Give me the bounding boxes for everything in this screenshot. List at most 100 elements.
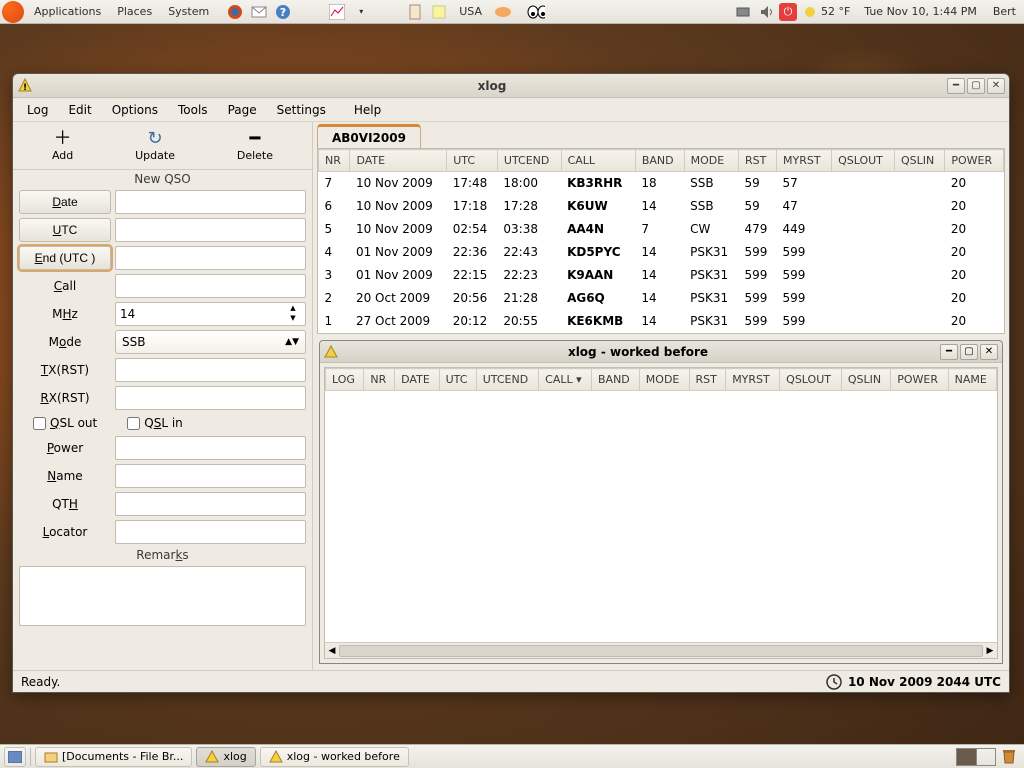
call-field[interactable] — [115, 274, 306, 298]
network-icon[interactable] — [734, 3, 752, 21]
volume-icon[interactable] — [758, 3, 776, 21]
col-utcend[interactable]: UTCEND — [497, 150, 561, 172]
table-row[interactable]: 301 Nov 200922:1522:23K9AAN14PSK31599599… — [319, 264, 1004, 287]
mail-icon[interactable] — [250, 3, 268, 21]
menu-tools[interactable]: Tools — [168, 100, 218, 120]
menu-page[interactable]: Page — [218, 100, 267, 120]
sub-col[interactable]: MYRST — [726, 369, 780, 391]
qsl-out-checkbox[interactable]: QSL out — [33, 416, 97, 430]
menu-places[interactable]: Places — [109, 5, 160, 18]
trash-icon[interactable] — [1000, 747, 1020, 767]
sub-col[interactable]: QSLIN — [841, 369, 890, 391]
sub-maximize-button[interactable]: ▢ — [960, 344, 978, 360]
help-icon[interactable]: ? — [274, 3, 292, 21]
update-button[interactable]: ↻Update — [125, 128, 185, 164]
col-utc[interactable]: UTC — [447, 150, 498, 172]
clipboard-icon[interactable] — [406, 3, 424, 21]
locator-field[interactable] — [115, 520, 306, 544]
mhz-spinbox[interactable]: 14▲▼ — [115, 302, 306, 326]
sub-col[interactable]: DATE — [395, 369, 439, 391]
col-rst[interactable]: RST — [739, 150, 777, 172]
col-nr[interactable]: NR — [319, 150, 350, 172]
col-mode[interactable]: MODE — [684, 150, 738, 172]
sub-col[interactable]: POWER — [891, 369, 948, 391]
name-label: Name — [19, 469, 111, 483]
workspace-switcher[interactable] — [956, 748, 996, 766]
power-field[interactable] — [115, 436, 306, 460]
col-qslout[interactable]: QSLOUT — [832, 150, 895, 172]
minimize-button[interactable]: ━ — [947, 78, 965, 94]
table-row[interactable]: 401 Nov 200922:3622:43KD5PYC14PSK3159959… — [319, 241, 1004, 264]
task-button[interactable]: xlog — [196, 747, 255, 767]
date-field[interactable] — [115, 190, 306, 214]
menu-log[interactable]: Log — [17, 100, 58, 120]
table-row[interactable]: 127 Oct 200920:1220:55KE6KMB14PSK3159959… — [319, 310, 1004, 333]
col-myrst[interactable]: MYRST — [777, 150, 832, 172]
mode-combo[interactable]: SSB▲▼ — [115, 330, 306, 354]
sub-close-button[interactable]: ✕ — [980, 344, 998, 360]
fish-icon[interactable] — [493, 3, 511, 21]
notes-icon[interactable] — [430, 3, 448, 21]
sub-col[interactable]: MODE — [639, 369, 689, 391]
power-icon[interactable]: ⏻ — [779, 3, 797, 21]
end-utc-button[interactable]: End (UTC ) — [19, 246, 111, 270]
sub-col[interactable]: RST — [689, 369, 726, 391]
sub-col[interactable]: NR — [364, 369, 395, 391]
rxrst-field[interactable] — [115, 386, 306, 410]
sub-col[interactable]: NAME — [948, 369, 996, 391]
task-button[interactable]: [Documents - File Br... — [35, 747, 192, 767]
add-button[interactable]: ＋Add — [42, 128, 83, 164]
clock[interactable]: Tue Nov 10, 1:44 PM — [856, 5, 985, 18]
weather-widget[interactable]: 52 °F — [797, 5, 856, 19]
sub-col[interactable]: BAND — [592, 369, 640, 391]
utc-button[interactable]: UTC — [19, 218, 111, 242]
show-desktop-button[interactable] — [4, 747, 26, 767]
sub-col[interactable]: UTCEND — [476, 369, 538, 391]
end-utc-field[interactable] — [115, 246, 306, 270]
menu-options[interactable]: Options — [102, 100, 168, 120]
col-date[interactable]: DATE — [350, 150, 447, 172]
menu-help[interactable]: Help — [344, 100, 391, 120]
worked-before-list[interactable] — [325, 391, 997, 642]
col-call[interactable]: CALL — [561, 150, 635, 172]
remarks-field[interactable] — [19, 566, 306, 626]
log-table[interactable]: NRDATEUTCUTCENDCALLBANDMODERSTMYRSTQSLOU… — [317, 148, 1005, 334]
menu-system[interactable]: System — [160, 5, 217, 18]
task-button[interactable]: xlog - worked before — [260, 747, 409, 767]
table-row[interactable]: 220 Oct 200920:5621:28AG6Q14PSK315995992… — [319, 287, 1004, 310]
txrst-field[interactable] — [115, 358, 306, 382]
utc-field[interactable] — [115, 218, 306, 242]
chart-icon[interactable] — [328, 3, 346, 21]
delete-button[interactable]: ━Delete — [227, 128, 283, 164]
qsl-in-checkbox[interactable]: QSL in — [127, 416, 183, 430]
menu-settings[interactable]: Settings — [267, 100, 336, 120]
name-field[interactable] — [115, 464, 306, 488]
menu-edit[interactable]: Edit — [58, 100, 101, 120]
ubuntu-logo-icon[interactable] — [2, 1, 24, 23]
sub-minimize-button[interactable]: ━ — [940, 344, 958, 360]
dropdown-icon[interactable]: ▾ — [352, 3, 370, 21]
keyboard-layout[interactable]: USA — [451, 5, 490, 18]
table-row[interactable]: 610 Nov 200917:1817:28K6UW14SSB594720 — [319, 195, 1004, 218]
sub-col[interactable]: QSLOUT — [780, 369, 842, 391]
maximize-button[interactable]: ▢ — [967, 78, 985, 94]
sub-col[interactable]: LOG — [326, 369, 364, 391]
sub-col[interactable]: UTC — [439, 369, 476, 391]
qth-field[interactable] — [115, 492, 306, 516]
horizontal-scrollbar[interactable]: ◀ ▶ — [325, 642, 997, 658]
col-power[interactable]: POWER — [945, 150, 1004, 172]
sub-titlebar[interactable]: xlog - worked before ━ ▢ ✕ — [320, 341, 1002, 363]
titlebar[interactable]: ! xlog ━ ▢ ✕ — [13, 74, 1009, 98]
col-qslin[interactable]: QSLIN — [895, 150, 945, 172]
close-button[interactable]: ✕ — [987, 78, 1005, 94]
menu-applications[interactable]: Applications — [26, 5, 109, 18]
tab-log[interactable]: AB0VI2009 — [317, 124, 421, 148]
firefox-icon[interactable] — [226, 3, 244, 21]
date-button[interactable]: Date — [19, 190, 111, 214]
table-row[interactable]: 710 Nov 200917:4818:00KB3RHR18SSB595720 — [319, 172, 1004, 195]
col-band[interactable]: BAND — [635, 150, 684, 172]
eyes-icon[interactable] — [527, 3, 545, 21]
table-row[interactable]: 510 Nov 200902:5403:38AA4N7CW47944920 — [319, 218, 1004, 241]
user-menu[interactable]: Bert — [985, 5, 1024, 18]
sub-col[interactable]: CALL ▾ — [539, 369, 592, 391]
